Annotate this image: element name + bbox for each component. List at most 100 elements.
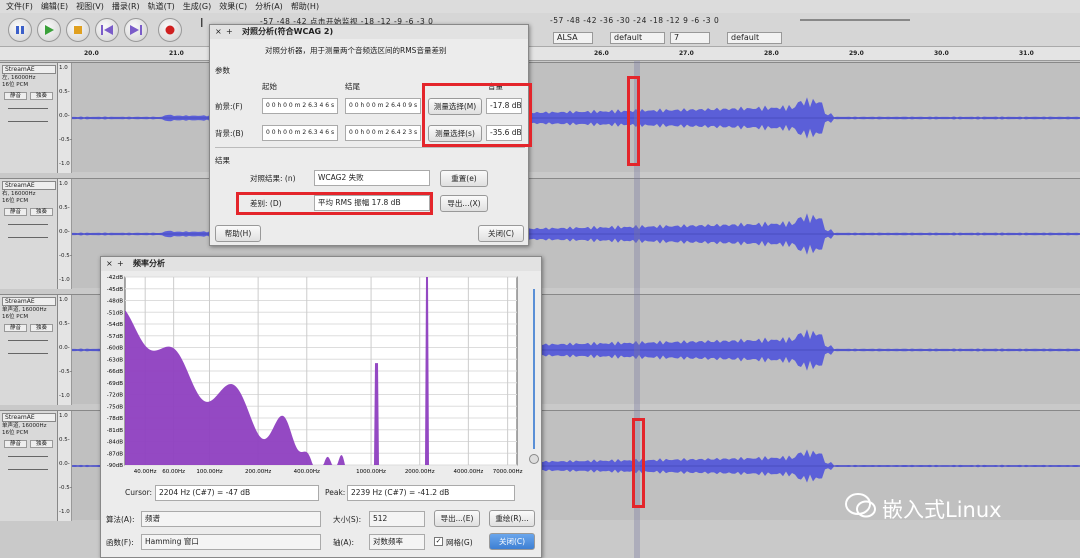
fg-start-field[interactable]: 0 0 h 0 0 m 2 6.3 4 6 s	[262, 98, 338, 114]
dialog-title: 对照分析(符合WCAG 2)	[242, 27, 334, 36]
track-name[interactable]: StreamAE	[2, 297, 56, 306]
menu-item[interactable]: 编辑(E)	[37, 0, 72, 13]
track-name[interactable]: StreamAE	[2, 65, 56, 74]
track-name[interactable]: StreamAE	[2, 413, 56, 422]
replot-button[interactable]: 重绘(R)...	[489, 510, 535, 527]
scale-label: 1.0	[59, 181, 68, 187]
grid-checkbox[interactable]: ✓	[434, 537, 443, 546]
zoom-slider[interactable]	[529, 279, 539, 469]
maximize-icon[interactable]: +	[226, 25, 233, 39]
size-select[interactable]: 512	[369, 511, 425, 527]
y-tick-label: -57dB	[107, 334, 123, 340]
track-info-format: 16位 PCM	[2, 314, 29, 320]
func-select[interactable]: Hamming 窗口	[141, 534, 321, 550]
fg-end-field[interactable]: 0 0 h 0 0 m 2 6.4 0 9 s	[345, 98, 421, 114]
grid-label: 网格(G)	[446, 538, 473, 547]
skip-end-button[interactable]	[124, 18, 148, 42]
scale-label: 0.0-	[59, 113, 70, 119]
x-tick-label: 400.00Hz	[294, 469, 320, 475]
axis-select[interactable]: 对数频率	[369, 534, 425, 550]
pause-icon	[16, 26, 24, 34]
mute-button[interactable]: 静音	[4, 92, 27, 100]
col-start: 起始	[262, 82, 277, 91]
menu-item[interactable]: 文件(F)	[2, 0, 37, 13]
freq-close-icon[interactable]: ×	[106, 257, 113, 271]
bg-label: 背景:(B)	[215, 129, 244, 138]
pan-slider[interactable]	[8, 469, 48, 470]
amplitude-scale: 1.0 0.5- 0.0- -0.5- -1.0	[58, 411, 72, 521]
channels-select[interactable]: 7	[670, 32, 710, 44]
bg-end-field[interactable]: 0 0 h 0 0 m 2 6.4 2 3 s	[345, 125, 421, 141]
amplitude-scale: 1.0 0.5- 0.0- -0.5- -1.0	[58, 179, 72, 289]
mute-button[interactable]: 静音	[4, 208, 27, 216]
cursor-field[interactable]: 2204 Hz (C#7) = -47 dB	[155, 485, 319, 501]
track-info-rate: 左, 16000Hz	[2, 75, 36, 81]
scale-label: 1.0	[59, 65, 68, 71]
menu-item[interactable]: 效果(C)	[215, 0, 251, 13]
solo-button[interactable]: 独奏	[30, 324, 53, 332]
track-info-rate: 单声道, 16000Hz	[2, 307, 47, 313]
menu-item[interactable]: 视图(V)	[72, 0, 108, 13]
output-device-select[interactable]: default	[727, 32, 782, 44]
mute-button[interactable]: 静音	[4, 324, 27, 332]
skip-start-button[interactable]	[95, 18, 119, 42]
menu-item[interactable]: 帮助(H)	[287, 0, 323, 13]
input-device-select[interactable]: default	[610, 32, 665, 44]
reset-button[interactable]: 重置(e)	[440, 170, 488, 187]
pause-button[interactable]	[8, 18, 32, 42]
freq-maximize-icon[interactable]: +	[117, 257, 124, 271]
freq-export-button[interactable]: 导出...(E)	[434, 510, 480, 527]
playback-speed-slider[interactable]	[800, 19, 910, 21]
solo-button[interactable]: 独奏	[30, 92, 53, 100]
results-label: 结果	[215, 156, 230, 165]
dialog-description: 对照分析器，用于测量两个音频选区间的RMS音量差别	[265, 46, 447, 55]
play-meter-scale[interactable]: -57 -48 -42 -36 -30 -24 -18 -12 9 -6 -3 …	[550, 16, 719, 25]
gain-slider[interactable]	[8, 108, 48, 109]
pan-slider[interactable]	[8, 121, 48, 122]
y-tick-label: -87dB	[107, 451, 123, 457]
menu-item[interactable]: 分析(A)	[251, 0, 287, 13]
track-control-panel: StreamAE 单声道, 16000Hz 16位 PCM 静音 独奏	[0, 295, 58, 405]
host-select[interactable]: ALSA	[553, 32, 593, 44]
gain-slider[interactable]	[8, 456, 48, 457]
timeline-ruler[interactable]: 20.021.022.023.024.025.026.027.028.029.0…	[0, 47, 1080, 61]
help-button[interactable]: 帮助(H)	[215, 225, 261, 242]
ruler-tick: 21.0	[169, 50, 184, 57]
record-button[interactable]	[158, 18, 182, 42]
menu-item[interactable]: 轨道(T)	[144, 0, 179, 13]
solo-button[interactable]: 独奏	[30, 208, 53, 216]
audio-track[interactable]: StreamAE 左, 16000Hz 16位 PCM 静音 独奏 1.0 0.5-…	[0, 62, 1080, 173]
skip-end-icon	[130, 25, 142, 35]
gain-slider[interactable]	[8, 224, 48, 225]
close-icon[interactable]: ×	[215, 25, 222, 39]
result-field[interactable]: WCAG2 失败	[314, 170, 430, 186]
export-button[interactable]: 导出...(X)	[440, 195, 488, 212]
x-tick-label: 2000.00Hz	[405, 469, 435, 475]
menu-item[interactable]: 播录(R)	[108, 0, 144, 13]
solo-button[interactable]: 独奏	[30, 440, 53, 448]
track-name[interactable]: StreamAE	[2, 181, 56, 190]
params-label: 参数	[215, 66, 230, 75]
track-info-format: 16位 PCM	[2, 430, 29, 436]
col-end: 结尾	[345, 82, 360, 91]
pan-slider[interactable]	[8, 237, 48, 238]
play-button[interactable]	[37, 18, 61, 42]
scale-label: -1.0	[59, 509, 70, 515]
x-tick-label: 40.00Hz	[134, 469, 157, 475]
mute-button[interactable]: 静音	[4, 440, 27, 448]
spectrum-plot[interactable]: -42dB -45dB -48dB -51dB -54dB -57dB -60dB -63dB…	[101, 273, 543, 483]
peak-field[interactable]: 2239 Hz (C#7) = -41.2 dB	[347, 485, 515, 501]
close-button[interactable]: 关闭(C)	[478, 225, 524, 242]
menu-item[interactable]: 生成(G)	[179, 0, 215, 13]
divider	[215, 147, 525, 148]
gain-slider[interactable]	[8, 340, 48, 341]
fg-label: 前景:(F)	[215, 102, 243, 111]
pan-slider[interactable]	[8, 353, 48, 354]
algo-select[interactable]: 频谱	[141, 511, 321, 527]
track-info-format: 16位 PCM	[2, 82, 29, 88]
freq-close-button[interactable]: 关闭(C)	[489, 533, 535, 550]
stop-button[interactable]	[66, 18, 90, 42]
bg-start-field[interactable]: 0 0 h 0 0 m 2 6.3 4 6 s	[262, 125, 338, 141]
cursor-label: Cursor:	[125, 488, 153, 497]
scale-label: -1.0	[59, 277, 70, 283]
